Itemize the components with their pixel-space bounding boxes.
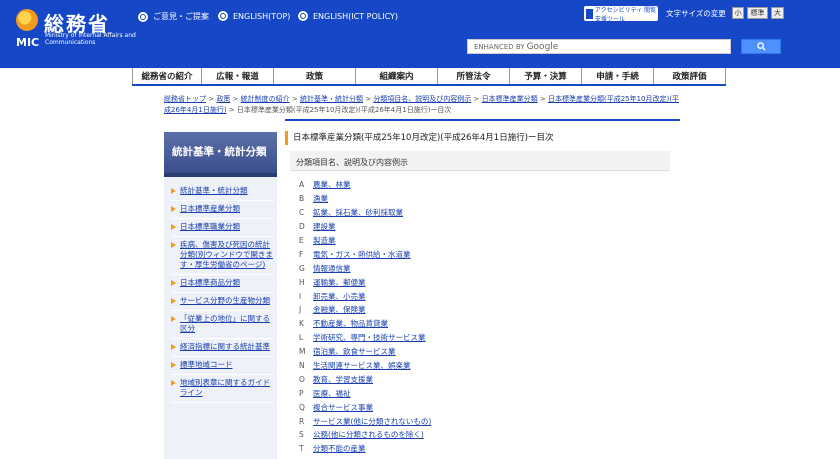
list-item: O 教育、学習支援業: [299, 374, 373, 385]
accessibility-tool-button[interactable]: アクセシビリティ 閲覧支援ツール: [584, 6, 658, 23]
classification-link[interactable]: 情報通信業: [313, 263, 351, 274]
list-item: C 鉱業、採石業、砂利採取業: [299, 207, 403, 218]
search-input[interactable]: ENHANCED BY Google: [467, 39, 731, 54]
classification-link[interactable]: 金融業、保険業: [313, 304, 366, 315]
nav-about[interactable]: 総務省の紹介: [132, 68, 202, 84]
classification-link[interactable]: 複合サービス事業: [313, 402, 373, 413]
classification-link[interactable]: 公務(他に分類されるものを除く): [313, 429, 424, 440]
classification-link[interactable]: 学術研究、専門・技術サービス業: [313, 332, 426, 343]
breadcrumb-link[interactable]: 分類項目名、説明及び内容例示: [373, 95, 471, 103]
logo-mic[interactable]: MIC: [16, 36, 39, 49]
list-item: K 不動産業、物品賃貸業: [299, 318, 388, 329]
english-ict-policy-link[interactable]: ENGLISH(ICT POLICY): [298, 11, 398, 21]
logo-mark-icon[interactable]: [16, 9, 38, 31]
classification-list: A 農業、林業 B 漁業 C 鉱業、採石業、砂利採取業 D 建設業 E 製造業 F 電気・ガ…: [299, 178, 431, 456]
font-size-label: 文字サイズの変更: [666, 9, 726, 18]
font-size-large-button[interactable]: 大: [771, 7, 784, 19]
sidebar-item[interactable]: 統計基準・統計分類: [171, 183, 274, 201]
sidebar-item[interactable]: 標準地域コード: [171, 357, 274, 375]
section-heading: 分類項目名、説明及び内容例示: [290, 151, 670, 171]
radio-bullet-icon: [298, 11, 308, 21]
site-header: 総務省 MIC Ministry of Internal Affairs and…: [0, 0, 840, 68]
sidebar-item[interactable]: サービス分野の生産物分類: [171, 293, 274, 311]
google-brand: Google: [526, 41, 559, 52]
nav-press[interactable]: 広報・報道: [202, 68, 274, 84]
divider: [285, 119, 680, 121]
sidebar-title: 統計基準・統計分類: [164, 132, 277, 177]
classification-link[interactable]: 教育、学習支援業: [313, 374, 373, 385]
sidebar-item[interactable]: 日本標準商品分類: [171, 275, 274, 293]
list-item: L 学術研究、専門・技術サービス業: [299, 332, 426, 343]
classification-link[interactable]: 不動産業、物品賃貸業: [313, 318, 388, 329]
list-item: B 漁業: [299, 193, 328, 204]
classification-link[interactable]: 分類不能の産業: [313, 443, 366, 454]
sidebar-item[interactable]: 「従業上の地位」に関する区分: [171, 311, 274, 339]
list-item: A 農業、林業: [299, 179, 351, 190]
sidebar-item[interactable]: 経済指標に関する統計基準: [171, 339, 274, 357]
list-item: N 生活関連サービス業、娯楽業: [299, 360, 411, 371]
list-item: T 分類不能の産業: [299, 443, 366, 454]
classification-link[interactable]: 漁業: [313, 193, 328, 204]
classification-link[interactable]: 鉱業、採石業、砂利採取業: [313, 207, 403, 218]
nav-budget[interactable]: 予算・決算: [510, 68, 582, 84]
classification-link[interactable]: 農業、林業: [313, 179, 351, 190]
list-item: E 製造業: [299, 235, 336, 246]
list-item: S 公務(他に分類されるものを除く): [299, 429, 424, 440]
logo-english[interactable]: Ministry of Internal Affairs and Communi…: [45, 32, 155, 46]
breadcrumb-current: 日本標準産業分類(平成25年10月改定)(平成26年4月1日施行)ー目次: [236, 106, 452, 114]
font-size-small-button[interactable]: 小: [732, 7, 744, 19]
speaker-icon: [586, 8, 593, 19]
sidebar-item[interactable]: 地域別表章に関するガイドライン: [171, 375, 274, 403]
classification-link[interactable]: 宿泊業、飲食サービス業: [313, 346, 396, 357]
breadcrumb-link[interactable]: 総務省トップ: [164, 95, 206, 103]
list-item: P 医療、福祉: [299, 388, 351, 399]
page-title: 日本標準産業分類(平成25年10月改定)(平成26年4月1日施行)ー目次: [285, 131, 680, 145]
breadcrumb-link[interactable]: 政策: [216, 95, 230, 103]
classification-link[interactable]: 医療、福祉: [313, 388, 351, 399]
sidebar-item[interactable]: 日本標準職業分類: [171, 219, 274, 237]
sidebar-item[interactable]: 疾病、傷害及び死因の統計分類(別ウィンドウで開きます・厚生労働省のページ): [171, 237, 274, 275]
classification-link[interactable]: 建設業: [313, 221, 336, 232]
list-item: H 運輸業、郵便業: [299, 277, 366, 288]
search-icon: [756, 42, 766, 51]
list-item: I 卸売業、小売業: [299, 291, 366, 302]
breadcrumb-link[interactable]: 統計制度の紹介: [241, 95, 290, 103]
classification-link[interactable]: 卸売業、小売業: [313, 291, 366, 302]
breadcrumb-link[interactable]: 日本標準産業分類: [482, 95, 538, 103]
list-item: D 建設業: [299, 221, 336, 232]
feedback-link[interactable]: ご意見・ご提案: [138, 11, 209, 22]
nav-organization[interactable]: 組織案内: [356, 68, 438, 84]
list-item: R サービス業(他に分類されないもの): [299, 416, 432, 427]
list-item: Q 複合サービス事業: [299, 402, 373, 413]
classification-link[interactable]: 運輸業、郵便業: [313, 277, 366, 288]
font-size-standard-button[interactable]: 標準: [747, 7, 768, 19]
breadcrumb-link[interactable]: 統計基準・統計分類: [300, 95, 363, 103]
nav-evaluation[interactable]: 政策評価: [654, 68, 726, 84]
classification-link[interactable]: サービス業(他に分類されないもの): [313, 416, 431, 427]
global-nav: 総務省の紹介 広報・報道 政策 組織案内 所管法令 予算・決算 申請・手続 政策…: [132, 68, 726, 86]
list-item: F 電気・ガス・熱供給・水道業: [299, 249, 411, 260]
nav-laws[interactable]: 所管法令: [438, 68, 510, 84]
breadcrumb: 総務省トップ > 政策 > 統計制度の紹介 > 統計基準・統計分類 > 分類項目…: [164, 95, 679, 114]
sidebar: 統計基準・統計分類 統計基準・統計分類 日本標準産業分類 日本標準職業分類 疾病…: [164, 132, 277, 459]
list-item: M 宿泊業、飲食サービス業: [299, 346, 396, 357]
sidebar-item[interactable]: 日本標準産業分類: [171, 201, 274, 219]
list-item: G 情報通信業: [299, 263, 351, 274]
radio-bullet-icon: [138, 11, 148, 22]
radio-bullet-icon: [218, 11, 228, 21]
classification-link[interactable]: 生活関連サービス業、娯楽業: [313, 360, 411, 371]
english-top-link[interactable]: ENGLISH(TOP): [218, 11, 290, 21]
sidebar-list: 統計基準・統計分類 日本標準産業分類 日本標準職業分類 疾病、傷害及び死因の統計…: [164, 177, 277, 459]
nav-policy[interactable]: 政策: [274, 68, 356, 84]
search-button[interactable]: [741, 39, 781, 54]
list-item: J 金融業、保険業: [299, 304, 366, 315]
nav-applications[interactable]: 申請・手続: [582, 68, 654, 84]
classification-link[interactable]: 製造業: [313, 235, 336, 246]
classification-link[interactable]: 電気・ガス・熱供給・水道業: [313, 249, 411, 260]
